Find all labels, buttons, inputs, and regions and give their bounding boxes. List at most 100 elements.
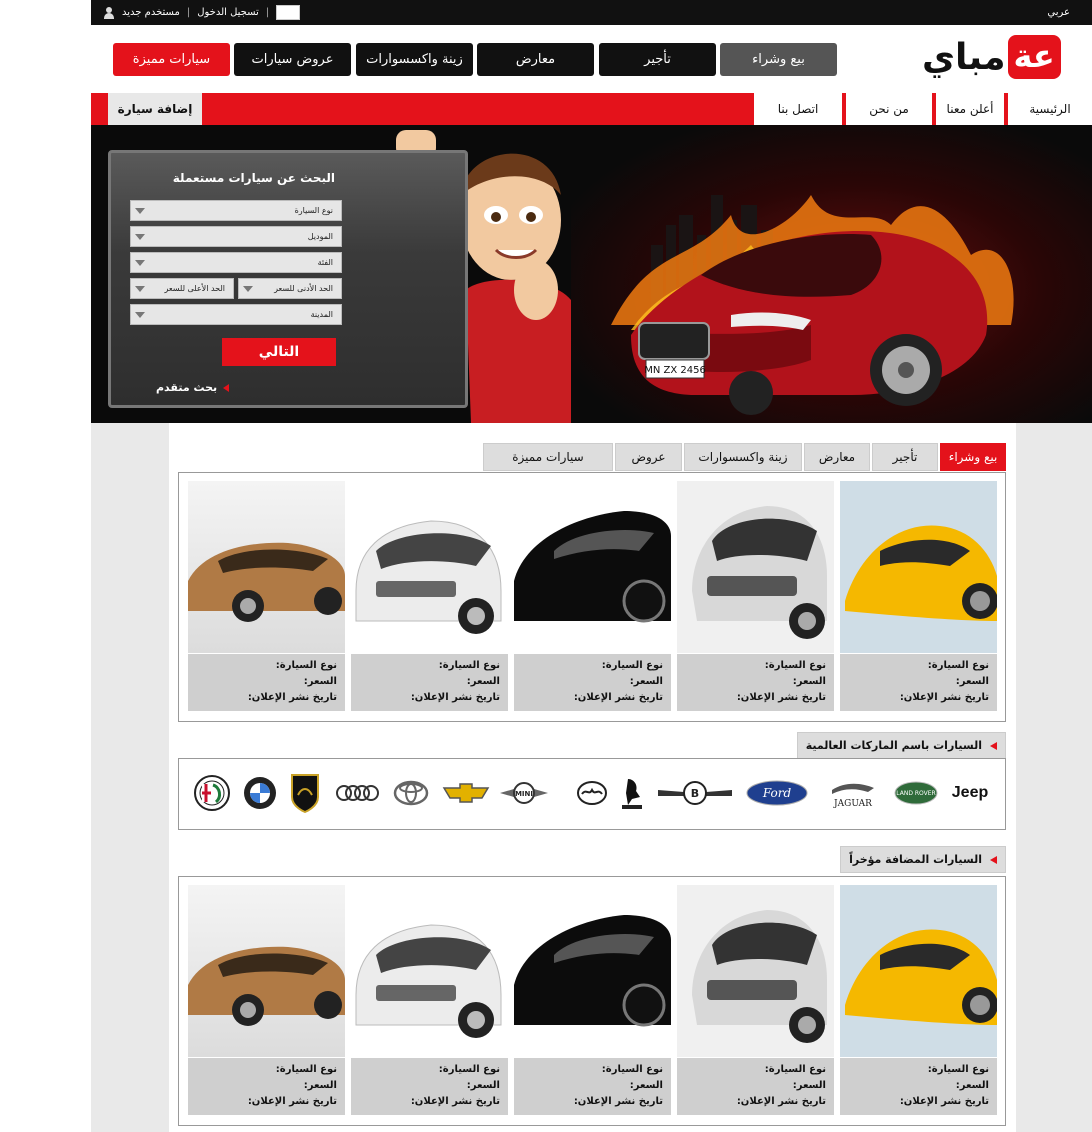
price-label: السعر: [792, 1080, 826, 1091]
land-rover-logo[interactable]: LAND ROVER [893, 773, 939, 813]
divider: | [265, 7, 270, 18]
alfa-romeo-logo[interactable] [193, 773, 231, 813]
car-type-label: نوع السيارة: [764, 660, 826, 671]
category-select-value: الفئة [317, 258, 333, 267]
tab-rent[interactable]: تأجير [872, 443, 938, 471]
car-card[interactable]: نوع السيارة: السعر: تاريخ نشر الإعلان: [351, 481, 508, 713]
next-button[interactable]: التالي [222, 338, 336, 366]
car-photo[interactable] [514, 481, 671, 653]
car-info: نوع السيارة: السعر: تاريخ نشر الإعلان: [188, 654, 345, 711]
model-select[interactable]: الموديل [130, 226, 342, 247]
jeep-logo[interactable]: Jeep [947, 773, 993, 813]
price-label: السعر: [629, 1080, 663, 1091]
date-label: تاريخ نشر الإعلان: [736, 1096, 826, 1107]
car-photo[interactable] [677, 885, 834, 1057]
car-card[interactable]: نوع السيارة: السعر: تاريخ نشر الإعلان: [188, 481, 345, 713]
price-label: السعر: [466, 676, 500, 687]
tab-offers[interactable]: عروض [615, 443, 682, 471]
car-type-label: نوع السيارة: [275, 660, 337, 671]
car-card[interactable]: نوع السيارة: السعر: تاريخ نشر الإعلان: [188, 885, 345, 1117]
jaguar-logo[interactable]: JAGUAR [823, 773, 883, 813]
bentley-logo[interactable]: B [655, 773, 735, 813]
car-photo[interactable] [840, 885, 997, 1057]
nav-featured-cars[interactable]: سيارات مميزة [113, 43, 230, 76]
car-photo[interactable] [840, 481, 997, 653]
tab-showrooms[interactable]: معارض [804, 443, 870, 471]
nav-showrooms[interactable]: معارض [477, 43, 594, 76]
lamborghini-logo[interactable] [287, 773, 323, 813]
tab-accessories[interactable]: زينة واكسسوارات [684, 443, 802, 471]
category-tabs: بيع وشراء تأجير معارض زينة واكسسوارات عر… [483, 443, 1006, 471]
advanced-search-label: بحث متقدم [156, 381, 218, 394]
car-card[interactable]: نوع السيارة: السعر: تاريخ نشر الإعلان: [840, 481, 997, 713]
jeep-logo-text: Jeep [951, 784, 989, 801]
car-photo[interactable] [188, 885, 345, 1057]
divider: | [186, 7, 191, 18]
min-price-select-value: الحد الأدنى للسعر [274, 284, 333, 293]
nav-buy-sell[interactable]: بيع وشراء [720, 43, 837, 76]
car-card[interactable]: نوع السيارة: السعر: تاريخ نشر الإعلان: [514, 885, 671, 1117]
login-box[interactable] [276, 5, 301, 20]
tab-buy-sell[interactable]: بيع وشراء [940, 443, 1006, 471]
car-card[interactable]: نوع السيارة: السعر: تاريخ نشر الإعلان: [677, 481, 834, 713]
nav-accessories[interactable]: زينة واكسسوارات [356, 43, 473, 76]
price-label: السعر: [303, 676, 337, 687]
new-user-link[interactable]: مستخدم جديد [122, 7, 180, 18]
car-type-label: نوع السيارة: [601, 660, 663, 671]
min-price-select[interactable]: الحد الأدنى للسعر [238, 278, 342, 299]
login-link[interactable]: تسجيل الدخول [197, 7, 259, 18]
menu-about[interactable]: من نحن [844, 93, 932, 125]
hero-banner: MN ZX 2456 البحث عن سيارات مستعملة نوع ا… [91, 125, 1092, 423]
nav-rent[interactable]: تأجير [599, 43, 716, 76]
audi-logo[interactable] [335, 773, 381, 813]
search-title: البحث عن سيارات مستعملة [172, 171, 335, 185]
tab-featured[interactable]: سيارات مميزة [483, 443, 613, 471]
mini-logo[interactable]: MINI [499, 773, 549, 813]
recent-car-grid: نوع السيارة: السعر: تاريخ نشر الإعلان: ن… [178, 876, 1006, 1126]
ford-logo[interactable]: Ford [745, 773, 809, 813]
category-select[interactable]: الفئة [130, 252, 342, 273]
car-type-label: نوع السيارة: [601, 1064, 663, 1075]
site-logo[interactable]: عة مباي [922, 32, 1082, 82]
car-card[interactable]: نوع السيارة: السعر: تاريخ نشر الإعلان: [514, 481, 671, 713]
mazda-logo[interactable] [575, 773, 609, 813]
city-select-value: المدينة [310, 310, 333, 319]
price-label: السعر: [303, 1080, 337, 1091]
brands-section-header: السيارات باسم الماركات العالمية [796, 732, 1006, 759]
car-photo[interactable] [351, 885, 508, 1057]
advanced-search-link[interactable]: بحث متقدم [156, 381, 230, 394]
brand-logos: Jeep LAND ROVER JAGUAR Ford B MINI [178, 758, 1006, 830]
car-type-label: نوع السيارة: [927, 1064, 989, 1075]
chevron-down-icon [135, 312, 145, 318]
car-type-select[interactable]: نوع السيارة [130, 200, 342, 221]
menu-contact[interactable]: اتصل بنا [752, 93, 842, 125]
city-select[interactable]: المدينة [130, 304, 342, 325]
bmw-logo[interactable] [243, 773, 277, 813]
ferrari-logo[interactable] [617, 773, 647, 813]
car-card[interactable]: نوع السيارة: السعر: تاريخ نشر الإعلان: [677, 885, 834, 1117]
date-label: تاريخ نشر الإعلان: [573, 1096, 663, 1107]
price-label: السعر: [466, 1080, 500, 1091]
car-photo[interactable] [514, 885, 671, 1057]
price-label: السعر: [955, 676, 989, 687]
car-info: نوع السيارة: السعر: تاريخ نشر الإعلان: [840, 1058, 997, 1115]
menu-home[interactable]: الرئيسية [1006, 93, 1092, 125]
car-photo[interactable] [188, 481, 345, 653]
menu-advertise[interactable]: أعلن معنا [934, 93, 1004, 125]
language-switch[interactable]: عربي [1047, 7, 1070, 18]
add-car-button[interactable]: إضافة سيارة [108, 93, 202, 125]
nav-car-offers[interactable]: عروض سيارات [234, 43, 351, 76]
car-type-select-value: نوع السيارة [294, 206, 333, 215]
max-price-select[interactable]: الحد الأعلى للسعر [130, 278, 234, 299]
car-info: نوع السيارة: السعر: تاريخ نشر الإعلان: [677, 654, 834, 711]
brands-section-title: السيارات باسم الماركات العالمية [805, 739, 982, 752]
car-info: نوع السيارة: السعر: تاريخ نشر الإعلان: [677, 1058, 834, 1115]
car-photo[interactable] [351, 481, 508, 653]
chevrolet-logo[interactable] [441, 773, 491, 813]
user-icon [103, 6, 115, 19]
car-photo[interactable] [677, 481, 834, 653]
license-plate: MN ZX 2456 [644, 365, 706, 376]
car-card[interactable]: نوع السيارة: السعر: تاريخ نشر الإعلان: [840, 885, 997, 1117]
toyota-logo[interactable] [393, 773, 429, 813]
car-card[interactable]: نوع السيارة: السعر: تاريخ نشر الإعلان: [351, 885, 508, 1117]
